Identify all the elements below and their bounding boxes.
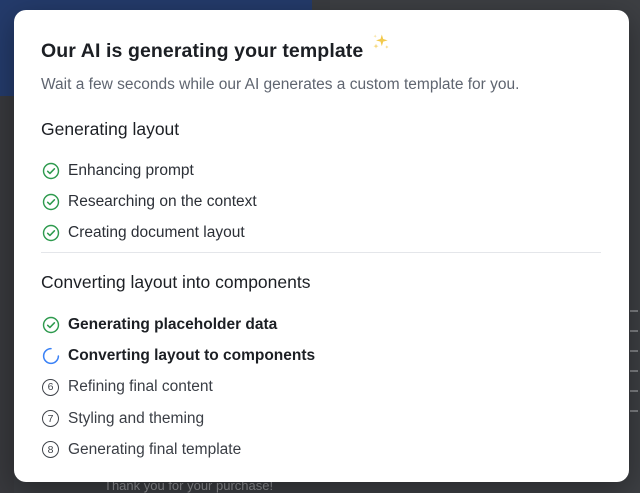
- step-label: Generating final template: [68, 440, 242, 458]
- number-8-icon: 8: [41, 440, 60, 459]
- loading-spinner-icon: [41, 346, 60, 365]
- check-circle-icon: [41, 161, 60, 180]
- step-label: Enhancing prompt: [68, 161, 194, 179]
- modal-subtitle: Wait a few seconds while our AI generate…: [41, 76, 520, 93]
- section-title-generating-layout: Generating layout: [41, 119, 180, 139]
- number-6-icon: 6: [41, 378, 60, 397]
- step-label: Researching on the context: [68, 192, 257, 210]
- generating-template-modal: Our AI is generating your template Wait …: [14, 10, 629, 482]
- step-styling-and-theming: 7 Styling and theming: [41, 403, 601, 434]
- step-enhancing-prompt: Enhancing prompt: [41, 155, 601, 186]
- step-label: Creating document layout: [68, 224, 245, 242]
- sparkles-icon: [373, 34, 389, 49]
- modal-title: Our AI is generating your template: [41, 40, 364, 62]
- converting-layout-steps: Generating placeholder data Converting l…: [41, 309, 601, 465]
- step-generating-placeholder-data: Generating placeholder data: [41, 309, 601, 340]
- step-label: Generating placeholder data: [68, 315, 278, 333]
- step-generating-final-template: 8 Generating final template: [41, 434, 601, 465]
- step-label: Styling and theming: [68, 409, 205, 427]
- background-sidebar: [0, 96, 14, 493]
- step-converting-layout-to-components: Converting layout to components: [41, 340, 601, 371]
- step-label: Converting layout to components: [68, 346, 316, 364]
- check-circle-icon: [41, 192, 60, 211]
- background-text-lines: [630, 296, 638, 416]
- generating-layout-steps: Enhancing prompt Researching on the cont…: [41, 155, 601, 249]
- modal-header: Our AI is generating your template: [41, 34, 391, 63]
- section-divider: [41, 252, 601, 253]
- step-refining-final-content: 6 Refining final content: [41, 372, 601, 403]
- check-circle-icon: [41, 224, 60, 243]
- number-7-icon: 7: [41, 409, 60, 428]
- step-creating-document-layout: Creating document layout: [41, 218, 601, 249]
- step-label: Refining final content: [68, 378, 213, 396]
- step-researching-context: Researching on the context: [41, 186, 601, 217]
- check-circle-icon: [41, 315, 60, 334]
- section-title-converting-layout: Converting layout into components: [41, 272, 311, 292]
